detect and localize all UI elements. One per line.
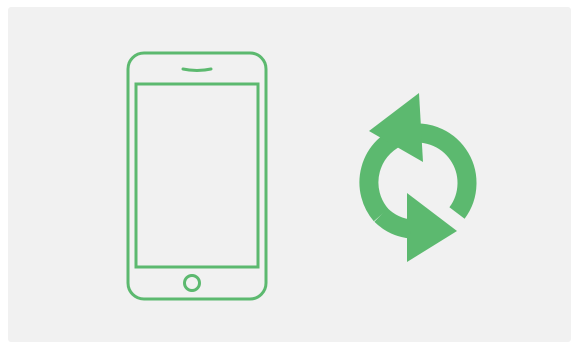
phone-screen (134, 82, 260, 269)
refresh-arc-lower (374, 207, 413, 239)
smartphone-outline-icon (126, 51, 268, 301)
illustration-panel (8, 7, 571, 342)
phone-home-button (183, 274, 201, 292)
refresh-arrow-head-bottom (407, 193, 457, 262)
phone-speaker (181, 67, 213, 72)
refresh-arrows-icon (359, 93, 477, 262)
phone-body (126, 51, 268, 301)
